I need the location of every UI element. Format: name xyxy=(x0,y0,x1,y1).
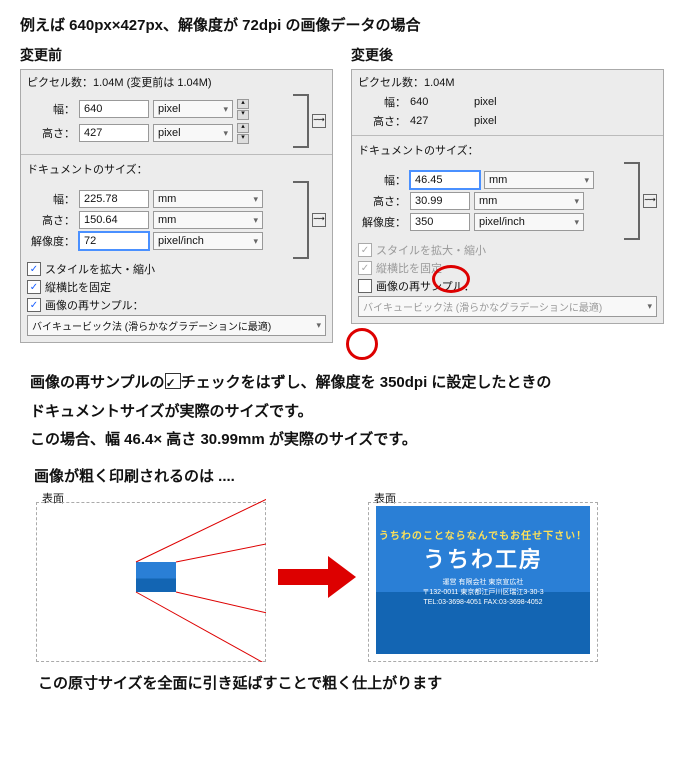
res-label: 解像度： xyxy=(27,233,75,249)
height-label: 高さ： xyxy=(358,113,406,129)
doc-height-label: 高さ： xyxy=(358,193,406,209)
link-bracket xyxy=(293,181,309,259)
height-unit: pixel xyxy=(474,115,534,127)
height-stepper[interactable]: ▴▾ xyxy=(237,123,249,144)
section2-heading: 画像が粗く印刷されるのは .... xyxy=(34,465,664,486)
link-bracket xyxy=(293,94,309,148)
doc-width-unit[interactable]: mm▾ xyxy=(484,171,594,189)
doc-width-label: 幅： xyxy=(358,172,406,188)
doc-height-value: 30.99 xyxy=(410,192,470,210)
doc-width-label: 幅： xyxy=(27,191,75,207)
doc-width-unit[interactable]: mm▾ xyxy=(153,190,263,208)
arrow-icon xyxy=(278,556,356,598)
after-panel: ピクセル数：1.04M 幅： 640 pixel 高さ： 427 pixel ド… xyxy=(351,69,664,324)
resample-method-select[interactable]: バイキュービック法 (滑らかなグラデーションに最適)▾ xyxy=(27,315,326,336)
res-input[interactable]: 72 xyxy=(79,232,149,250)
cb-constrain: ✓ xyxy=(358,261,372,275)
res-unit[interactable]: pixel/inch▾ xyxy=(474,213,584,231)
cb-resample-label: 画像の再サンプル： xyxy=(45,297,144,313)
link-icon[interactable]: ⟿ xyxy=(312,114,326,128)
doc-height-unit[interactable]: mm▾ xyxy=(474,192,584,210)
res-label: 解像度： xyxy=(358,214,406,230)
doc-width-input[interactable]: 46.45 xyxy=(410,171,480,189)
cb-scale-styles-label: スタイルを拡大・縮小 xyxy=(376,242,486,258)
width-label: 幅： xyxy=(27,101,75,117)
intro-text: 例えば 640px×427px、解像度が 72dpi の画像データの場合 xyxy=(20,14,664,35)
width-unit-select[interactable]: pixel▾ xyxy=(153,100,233,118)
cb-scale-styles-label: スタイルを拡大・縮小 xyxy=(45,261,155,277)
doc-height-unit[interactable]: mm▾ xyxy=(153,211,263,229)
width-stepper[interactable]: ▴▾ xyxy=(237,99,249,120)
after-card: 表面 うちわのことならなんでもお任せ下さい！ うちわ工房 運営 有限会社 東京宣… xyxy=(368,492,598,662)
height-label: 高さ： xyxy=(27,125,75,141)
cb-constrain-label: 縦横比を固定 xyxy=(376,260,442,276)
link-icon[interactable]: ⟿ xyxy=(312,213,326,227)
inline-checkbox-icon xyxy=(165,373,181,389)
width-label: 幅： xyxy=(358,94,406,110)
res-unit[interactable]: pixel/inch▾ xyxy=(153,232,263,250)
resample-method-select: バイキュービック法 (滑らかなグラデーションに最適)▾ xyxy=(358,296,657,317)
before-card: 表面 xyxy=(36,492,266,662)
explanation: 画像の再サンプルのチェックをはずし、解像度を 350dpi に設定したときの ド… xyxy=(30,369,654,455)
doc-height-label: 高さ： xyxy=(27,212,75,228)
tiny-image xyxy=(136,562,176,592)
doc-size-title: ドキュメントのサイズ： xyxy=(358,142,657,158)
width-value: 640 xyxy=(410,96,470,108)
before-heading: 変更前 xyxy=(20,45,333,65)
before-panel: ピクセル数：1.04M (変更前は 1.04M) 幅： 640 pixel▾ ▴… xyxy=(20,69,333,343)
doc-height-input[interactable]: 150.64 xyxy=(79,211,149,229)
after-pixel-line: ピクセル数：1.04M xyxy=(358,74,657,90)
cb-constrain-label: 縦横比を固定 xyxy=(45,279,111,295)
link-icon[interactable]: ⟿ xyxy=(643,194,657,208)
width-input[interactable]: 640 xyxy=(79,100,149,118)
cb-resample[interactable]: ✓ xyxy=(27,298,41,312)
highlight-circle-checkbox xyxy=(346,328,378,360)
enlarged-image: うちわのことならなんでもお任せ下さい！ うちわ工房 運営 有限会社 東京宣広社 … xyxy=(376,506,590,654)
height-unit-select[interactable]: pixel▾ xyxy=(153,124,233,142)
cb-constrain[interactable]: ✓ xyxy=(27,280,41,294)
cb-scale-styles[interactable]: ✓ xyxy=(27,262,41,276)
height-input[interactable]: 427 xyxy=(79,124,149,142)
height-value: 427 xyxy=(410,115,470,127)
cb-resample-label: 画像の再サンプル： xyxy=(376,278,475,294)
width-unit: pixel xyxy=(474,96,534,108)
doc-width-input[interactable]: 225.78 xyxy=(79,190,149,208)
cb-scale-styles: ✓ xyxy=(358,243,372,257)
conclusion-text: この原寸サイズを全面に引き延ばすことで粗く仕上がります xyxy=(38,672,664,693)
doc-size-title: ドキュメントのサイズ： xyxy=(27,161,326,177)
res-value: 350 xyxy=(410,213,470,231)
after-heading: 変更後 xyxy=(351,45,664,65)
cb-resample[interactable] xyxy=(358,279,372,293)
before-pixel-line: ピクセル数：1.04M (変更前は 1.04M) xyxy=(27,74,326,90)
link-bracket xyxy=(624,162,640,240)
